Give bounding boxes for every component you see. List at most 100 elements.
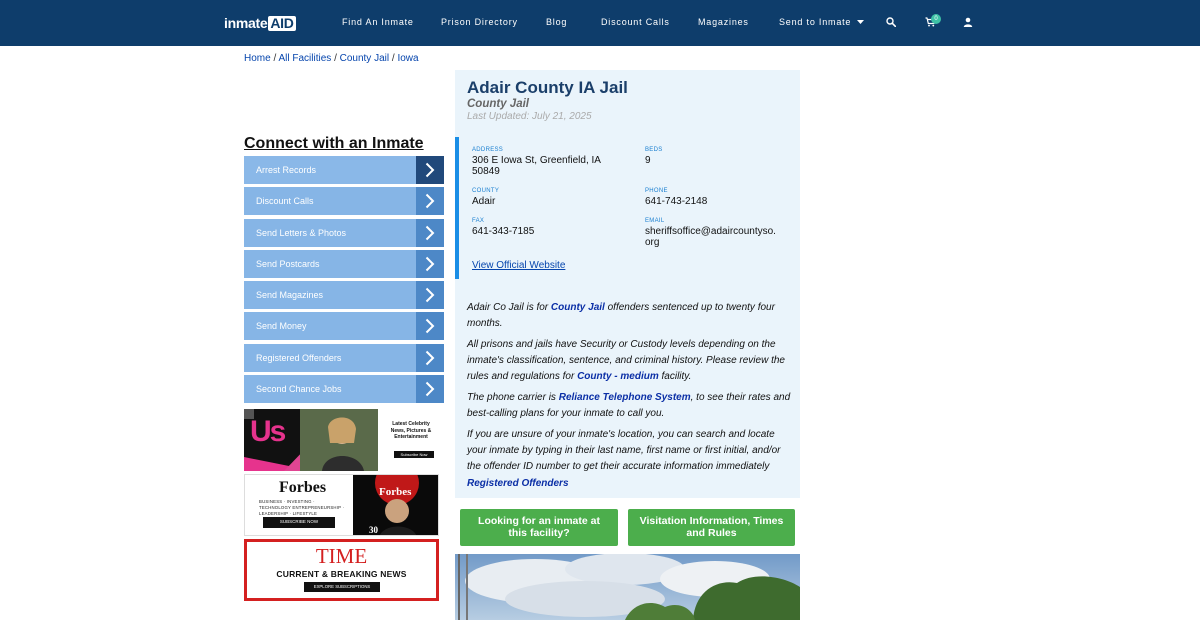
phone-label: PHONE — [645, 188, 668, 194]
description-paragraph: All prisons and jails have Security or C… — [467, 337, 793, 386]
description-paragraph: The phone carrier is Reliance Telephone … — [467, 390, 793, 422]
county-jail-link[interactable]: County Jail — [551, 302, 605, 313]
email-value-line2: org — [645, 237, 660, 248]
user-icon[interactable] — [961, 15, 975, 29]
forbes-cover-logo: Forbes — [379, 486, 412, 498]
menu-item-arrest-records[interactable]: Arrest Records — [244, 156, 444, 184]
facility-info-box: ADDRESS 306 E Iowa St, Greenfield, IA 50… — [455, 137, 800, 279]
menu-item-label: Send Letters & Photos — [256, 227, 347, 238]
email-value[interactable]: sheriffsoffice@adaircountyso. org — [645, 226, 800, 248]
menu-item-label: Registered Offenders — [256, 352, 342, 363]
time-logo: TIME — [315, 544, 368, 568]
menu-item-label: Arrest Records — [256, 165, 317, 175]
us-weekly-tagline: Latest Celebrity News, Pictures & Entert… — [390, 421, 432, 440]
fax-field: FAX 641-343-7185 — [472, 218, 622, 237]
breadcrumb: Home / All Facilities / County Jail / Io… — [244, 53, 419, 64]
description-paragraph: If you are unsure of your inmate's locat… — [467, 427, 793, 492]
facility-last-updated: Last Updated: July 21, 2025 — [467, 111, 592, 122]
breadcrumb-county-jail[interactable]: County Jail — [340, 53, 389, 64]
menu-item-label: Discount Calls — [256, 196, 314, 207]
phone-field: PHONE 641-743-2148 — [645, 188, 795, 207]
site-logo[interactable]: inmate AID — [224, 14, 296, 32]
beds-label: BEDS — [645, 147, 663, 153]
county-label: COUNTY — [472, 188, 500, 194]
fax-value: 641-343-7185 — [472, 226, 535, 237]
menu-item-registered-offenders[interactable]: Registered Offenders — [244, 343, 444, 372]
facility-description: Adair Co Jail is for County Jail offende… — [467, 300, 793, 496]
nav-prison-directory[interactable]: Prison Directory — [441, 17, 518, 27]
description-text: facility. — [658, 371, 692, 383]
connect-menu: Arrest Records Discount Calls Send Lette… — [244, 156, 444, 406]
us-weekly-cta: Subscribe Now — [400, 452, 428, 457]
nav-discount-calls[interactable]: Discount Calls — [601, 17, 670, 27]
nav-send-to-inmate-label: Send to Inmate — [779, 17, 852, 27]
forbes-cover-number: 30 — [369, 525, 378, 535]
breadcrumb-home[interactable]: Home — [244, 53, 271, 64]
email-label: EMAIL — [645, 218, 665, 224]
address-value: 306 E Iowa St, Greenfield, IA 50849 — [472, 155, 601, 177]
menu-item-label: Send Postcards — [256, 258, 320, 269]
menu-item-send-letters-photos[interactable]: Send Letters & Photos — [244, 218, 444, 247]
logo-main-text: inmate — [224, 15, 268, 31]
caret-down-icon — [856, 20, 864, 25]
time-cta: EXPLORE SUBSCRIPTIONS — [304, 582, 380, 592]
beds-value: 9 — [645, 155, 651, 166]
nav-blog[interactable]: Blog — [546, 17, 567, 27]
top-navbar: inmate AID Find An Inmate Prison Director… — [0, 0, 1200, 46]
fax-label: FAX — [472, 218, 485, 224]
breadcrumb-iowa[interactable]: Iowa — [397, 53, 418, 64]
menu-item-discount-calls[interactable]: Discount Calls — [244, 187, 444, 216]
nav-send-to-inmate[interactable]: Send to Inmate — [779, 17, 864, 27]
county-value: Adair — [472, 196, 496, 207]
description-paragraph: Adair Co Jail is for County Jail offende… — [467, 300, 793, 332]
chevron-right-icon — [416, 187, 444, 216]
menu-item-send-money[interactable]: Send Money — [244, 312, 444, 341]
search-icon[interactable] — [884, 15, 898, 29]
registered-offenders-link[interactable]: Registered Offenders — [467, 478, 569, 489]
forbes-logo: Forbes — [279, 479, 327, 496]
nav-magazines[interactable]: Magazines — [698, 17, 749, 27]
facility-type: County Jail — [467, 98, 529, 110]
chevron-right-icon — [416, 343, 444, 372]
time-tagline: CURRENT & BREAKING NEWS — [276, 569, 407, 579]
ad-time[interactable]: TIME CURRENT & BREAKING NEWS EXPLORE SUB… — [244, 539, 439, 601]
facility-panel: Adair County IA Jail County Jail Last Up… — [455, 70, 800, 498]
chevron-right-icon — [416, 375, 444, 404]
chevron-right-icon — [416, 312, 444, 341]
facility-title: Adair County IA Jail — [467, 78, 628, 97]
logo-accent-text: AID — [268, 14, 296, 31]
email-value-line1: sheriffsoffice@adaircountyso. — [645, 226, 776, 237]
chevron-right-icon — [416, 249, 444, 278]
breadcrumb-all-facilities[interactable]: All Facilities — [278, 53, 331, 64]
looking-for-inmate-button[interactable]: Looking for an inmate at this facility? — [460, 509, 618, 546]
description-text: If you are unsure of your inmate's locat… — [467, 428, 781, 473]
menu-item-send-magazines[interactable]: Send Magazines — [244, 281, 444, 310]
county-field: COUNTY Adair — [472, 188, 622, 207]
forbes-tagline: BUSINESS · INVESTING · TECHNOLOGY ENTREP… — [259, 499, 345, 516]
facility-photo — [455, 551, 800, 620]
beds-field: BEDS 9 — [645, 147, 795, 166]
forbes-cta: SUBSCRIBE NOW — [279, 519, 319, 524]
cart-count-badge: 0 — [931, 14, 941, 24]
email-field: EMAIL sheriffsoffice@adaircountyso. org — [645, 218, 800, 248]
menu-item-label: Second Chance Jobs — [256, 384, 342, 395]
ad-us-weekly[interactable]: Us Latest Celebrity News, Pictures & Ent… — [244, 409, 439, 471]
menu-item-label: Send Magazines — [256, 290, 324, 301]
nav-find-inmate[interactable]: Find An Inmate — [342, 17, 414, 27]
chevron-right-icon — [416, 281, 444, 310]
breadcrumb-separator: / — [391, 53, 395, 64]
view-official-website-link[interactable]: View Official Website — [472, 260, 565, 271]
description-text: The phone carrier is — [467, 392, 559, 404]
address-label: ADDRESS — [472, 147, 504, 153]
menu-item-send-postcards[interactable]: Send Postcards — [244, 249, 444, 278]
breadcrumb-separator: / — [334, 53, 337, 64]
chevron-right-icon — [416, 156, 444, 184]
breadcrumb-separator: / — [273, 53, 277, 64]
visitation-info-button[interactable]: Visitation Information, Times and Rules — [628, 509, 795, 546]
phone-value[interactable]: 641-743-2148 — [645, 196, 795, 207]
county-medium-link[interactable]: County - medium — [577, 371, 659, 382]
menu-item-second-chance-jobs[interactable]: Second Chance Jobs — [244, 375, 444, 404]
facility-photo-art — [455, 551, 800, 620]
phone-carrier-link[interactable]: Reliance Telephone System — [559, 392, 691, 403]
ad-forbes[interactable]: Forbes BUSINESS · INVESTING · TECHNOLOGY… — [244, 474, 439, 536]
